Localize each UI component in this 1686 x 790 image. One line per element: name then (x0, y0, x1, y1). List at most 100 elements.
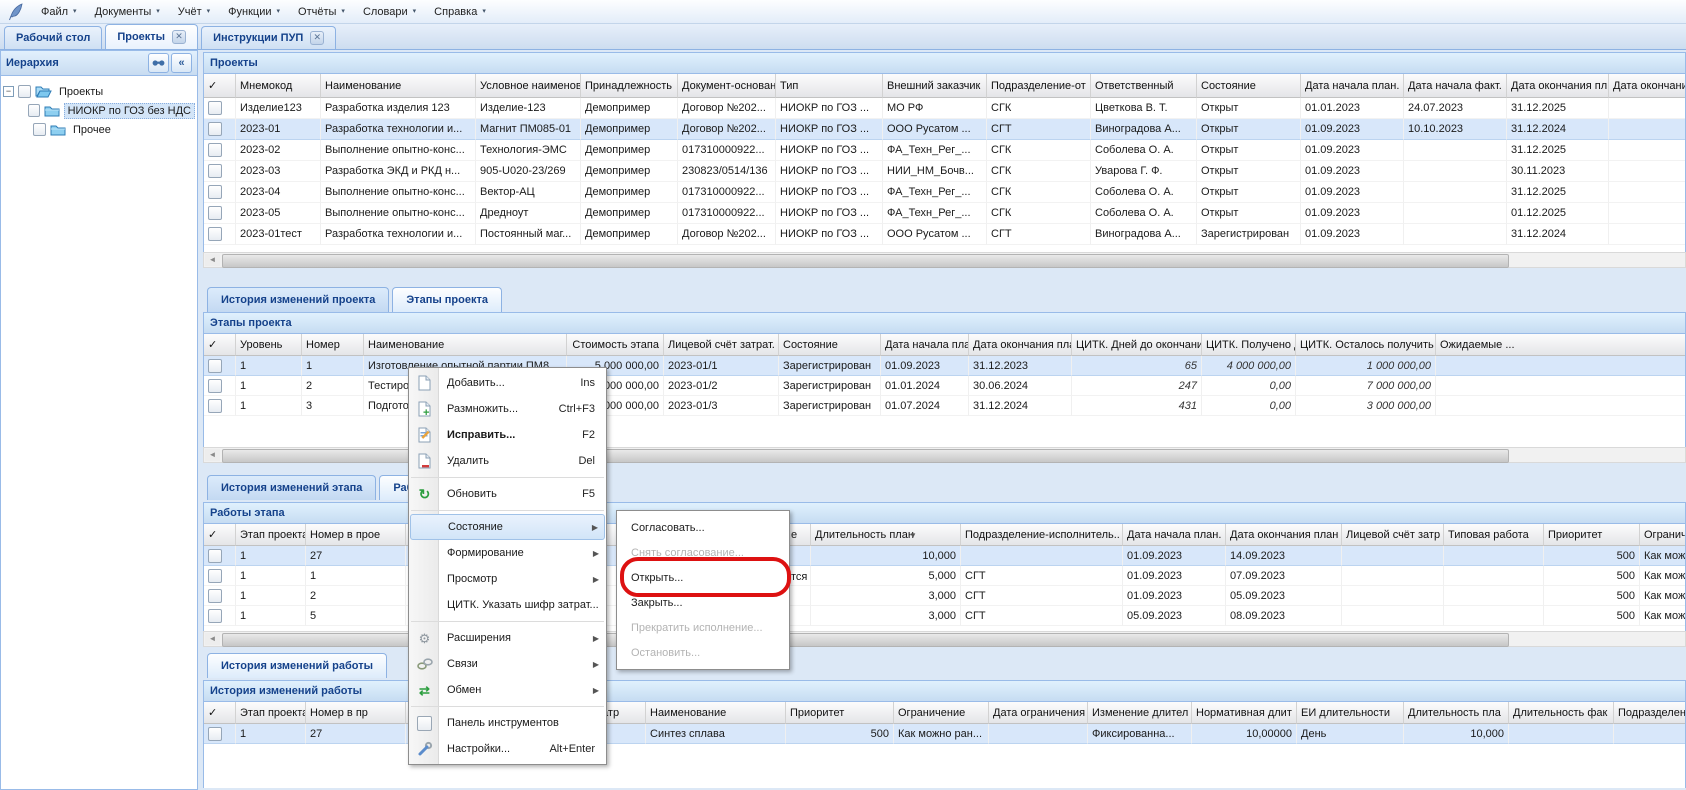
cell[interactable]: 1 000 000,00 (1296, 356, 1436, 376)
column-header[interactable]: ✓ (204, 74, 236, 98)
cell[interactable]: Постоянный маг... (476, 224, 581, 245)
cell[interactable]: Зарегистрирован (779, 396, 881, 416)
cell[interactable]: 27 (306, 724, 406, 744)
column-header[interactable]: Дата начала план. (1301, 74, 1404, 98)
row-checkbox-cell[interactable] (204, 140, 236, 161)
checkbox[interactable] (208, 185, 222, 199)
cell[interactable]: 31.12.2023 (969, 356, 1072, 376)
cell[interactable]: 1 (236, 396, 302, 416)
tree-node[interactable]: Прочее (3, 120, 195, 139)
cell[interactable]: 1 (236, 566, 306, 586)
cell[interactable]: 01.09.2023 (1301, 182, 1404, 203)
checkbox[interactable] (208, 549, 222, 563)
cell[interactable]: 2023-01/3 (664, 396, 779, 416)
tree-checkbox[interactable] (33, 123, 46, 136)
cell[interactable] (1444, 566, 1544, 586)
sub-tab[interactable]: Этапы проекта (392, 287, 502, 312)
cell[interactable]: 07.09.2023 (1226, 566, 1342, 586)
cell[interactable]: 05.09.2023 (1226, 586, 1342, 606)
cell[interactable]: НИОКР по ГОЗ ... (776, 161, 883, 182)
cell[interactable]: Демопример (581, 182, 678, 203)
cell[interactable]: 1 (236, 724, 306, 744)
column-header[interactable]: Ограничение (894, 702, 989, 724)
column-header[interactable]: Ответственный (1091, 74, 1197, 98)
cell[interactable]: Цветкова В. Т. (1091, 98, 1197, 119)
cell[interactable] (1404, 161, 1507, 182)
cell[interactable]: 3 (302, 396, 364, 416)
cell[interactable]: Договор №202... (678, 119, 776, 140)
app-tab[interactable]: Проекты✕ (105, 24, 198, 49)
cell[interactable]: 2023-01/2 (664, 376, 779, 396)
context-menu-item[interactable]: УдалитьDel (410, 448, 605, 474)
cell[interactable]: 30.11.2023 (1507, 161, 1609, 182)
column-header[interactable]: Ограничение (1640, 524, 1686, 546)
cell[interactable]: 017310000922... (678, 182, 776, 203)
column-header[interactable]: Дата начала план. (1123, 524, 1226, 546)
cell[interactable]: Уварова Г. Ф. (1091, 161, 1197, 182)
cell[interactable]: 31.12.2025 (1507, 98, 1609, 119)
cell[interactable]: 500 (1544, 606, 1640, 626)
cell[interactable]: СГТ (961, 606, 1123, 626)
cell[interactable]: 017310000922... (678, 140, 776, 161)
column-header[interactable]: Дата окончания план (1226, 524, 1342, 546)
app-tab[interactable]: Инструкции ПУП✕ (201, 26, 336, 49)
cell[interactable]: СГТ (987, 224, 1091, 245)
cell[interactable]: 1 (302, 356, 364, 376)
cell[interactable]: Демопример (581, 98, 678, 119)
cell[interactable] (1614, 724, 1686, 744)
column-header[interactable]: Документ-основан (678, 74, 776, 98)
checkbox[interactable] (208, 589, 222, 603)
cell[interactable]: 2023-02 (236, 140, 321, 161)
table-row[interactable]: 2023-01тестРазработка технологии и...Пос… (204, 224, 1686, 245)
cell[interactable]: Открыт (1197, 119, 1301, 140)
row-checkbox-cell[interactable] (204, 161, 236, 182)
menubar-item[interactable]: Отчёты▾ (289, 3, 354, 21)
cell[interactable]: 0,00 (1202, 396, 1296, 416)
table-row[interactable]: 2023-01Разработка технологии и...Магнит … (204, 119, 1686, 140)
table-row[interactable]: Изделие123Разработка изделия 123Изделие-… (204, 98, 1686, 119)
cell[interactable]: 01.09.2023 (1123, 586, 1226, 606)
cell[interactable]: Открыт (1197, 140, 1301, 161)
cell[interactable]: 2023-03 (236, 161, 321, 182)
cell[interactable]: 1 (236, 546, 306, 566)
column-header[interactable]: ЦИТК. Получено д/с (1202, 334, 1296, 356)
cell[interactable]: ФА_Техн_Рег_... (883, 182, 987, 203)
cell[interactable]: 3,000 (811, 606, 961, 626)
cell[interactable]: Демопример (581, 119, 678, 140)
cell[interactable] (1342, 546, 1444, 566)
context-menu-item[interactable]: Просмотр▶ (410, 566, 605, 592)
cell[interactable]: 31.12.2025 (1507, 182, 1609, 203)
context-menu-item[interactable]: Добавить...Ins (410, 370, 605, 396)
cell[interactable] (1436, 396, 1686, 416)
cell[interactable]: 2023-01тест (236, 224, 321, 245)
cell[interactable]: Как можно ран... (1640, 546, 1686, 566)
scroll-left-icon[interactable]: ◄ (205, 254, 220, 266)
cell[interactable]: Разработка технологии и... (321, 119, 476, 140)
cell[interactable]: Синтез сплава (646, 724, 786, 744)
checkbox[interactable] (208, 143, 222, 157)
column-header[interactable]: Подразделение-от (987, 74, 1091, 98)
cell[interactable]: Виноградова А... (1091, 224, 1197, 245)
cell[interactable]: СГК (987, 140, 1091, 161)
cell[interactable]: 431 (1072, 396, 1202, 416)
app-tab[interactable]: Рабочий стол (4, 26, 102, 49)
cell[interactable]: Соболева О. А. (1091, 203, 1197, 224)
context-menu-item[interactable]: Состояние▶ (410, 514, 605, 540)
cell[interactable] (1609, 182, 1686, 203)
cell[interactable]: 01.09.2023 (881, 356, 969, 376)
cell[interactable] (989, 724, 1088, 744)
cell[interactable]: 01.12.2025 (1507, 203, 1609, 224)
cell[interactable]: 01.09.2023 (1123, 546, 1226, 566)
table-row[interactable]: 2023-02Выполнение опытно-конс...Технолог… (204, 140, 1686, 161)
cell[interactable]: СГК (987, 161, 1091, 182)
column-header[interactable]: Мнемокод (236, 74, 321, 98)
cell[interactable]: ФА_Техн_Рег_... (883, 203, 987, 224)
cell[interactable] (1404, 203, 1507, 224)
column-header[interactable]: ЦИТК. Дней до окончания (1072, 334, 1202, 356)
column-header[interactable]: Изменение длител (1088, 702, 1192, 724)
cell[interactable]: СГТ (961, 566, 1123, 586)
column-header[interactable]: ЕИ длительности (1297, 702, 1404, 724)
column-header[interactable]: Состояние (1197, 74, 1301, 98)
cell[interactable] (1609, 98, 1686, 119)
cell[interactable]: Выполнение опытно-конс... (321, 182, 476, 203)
